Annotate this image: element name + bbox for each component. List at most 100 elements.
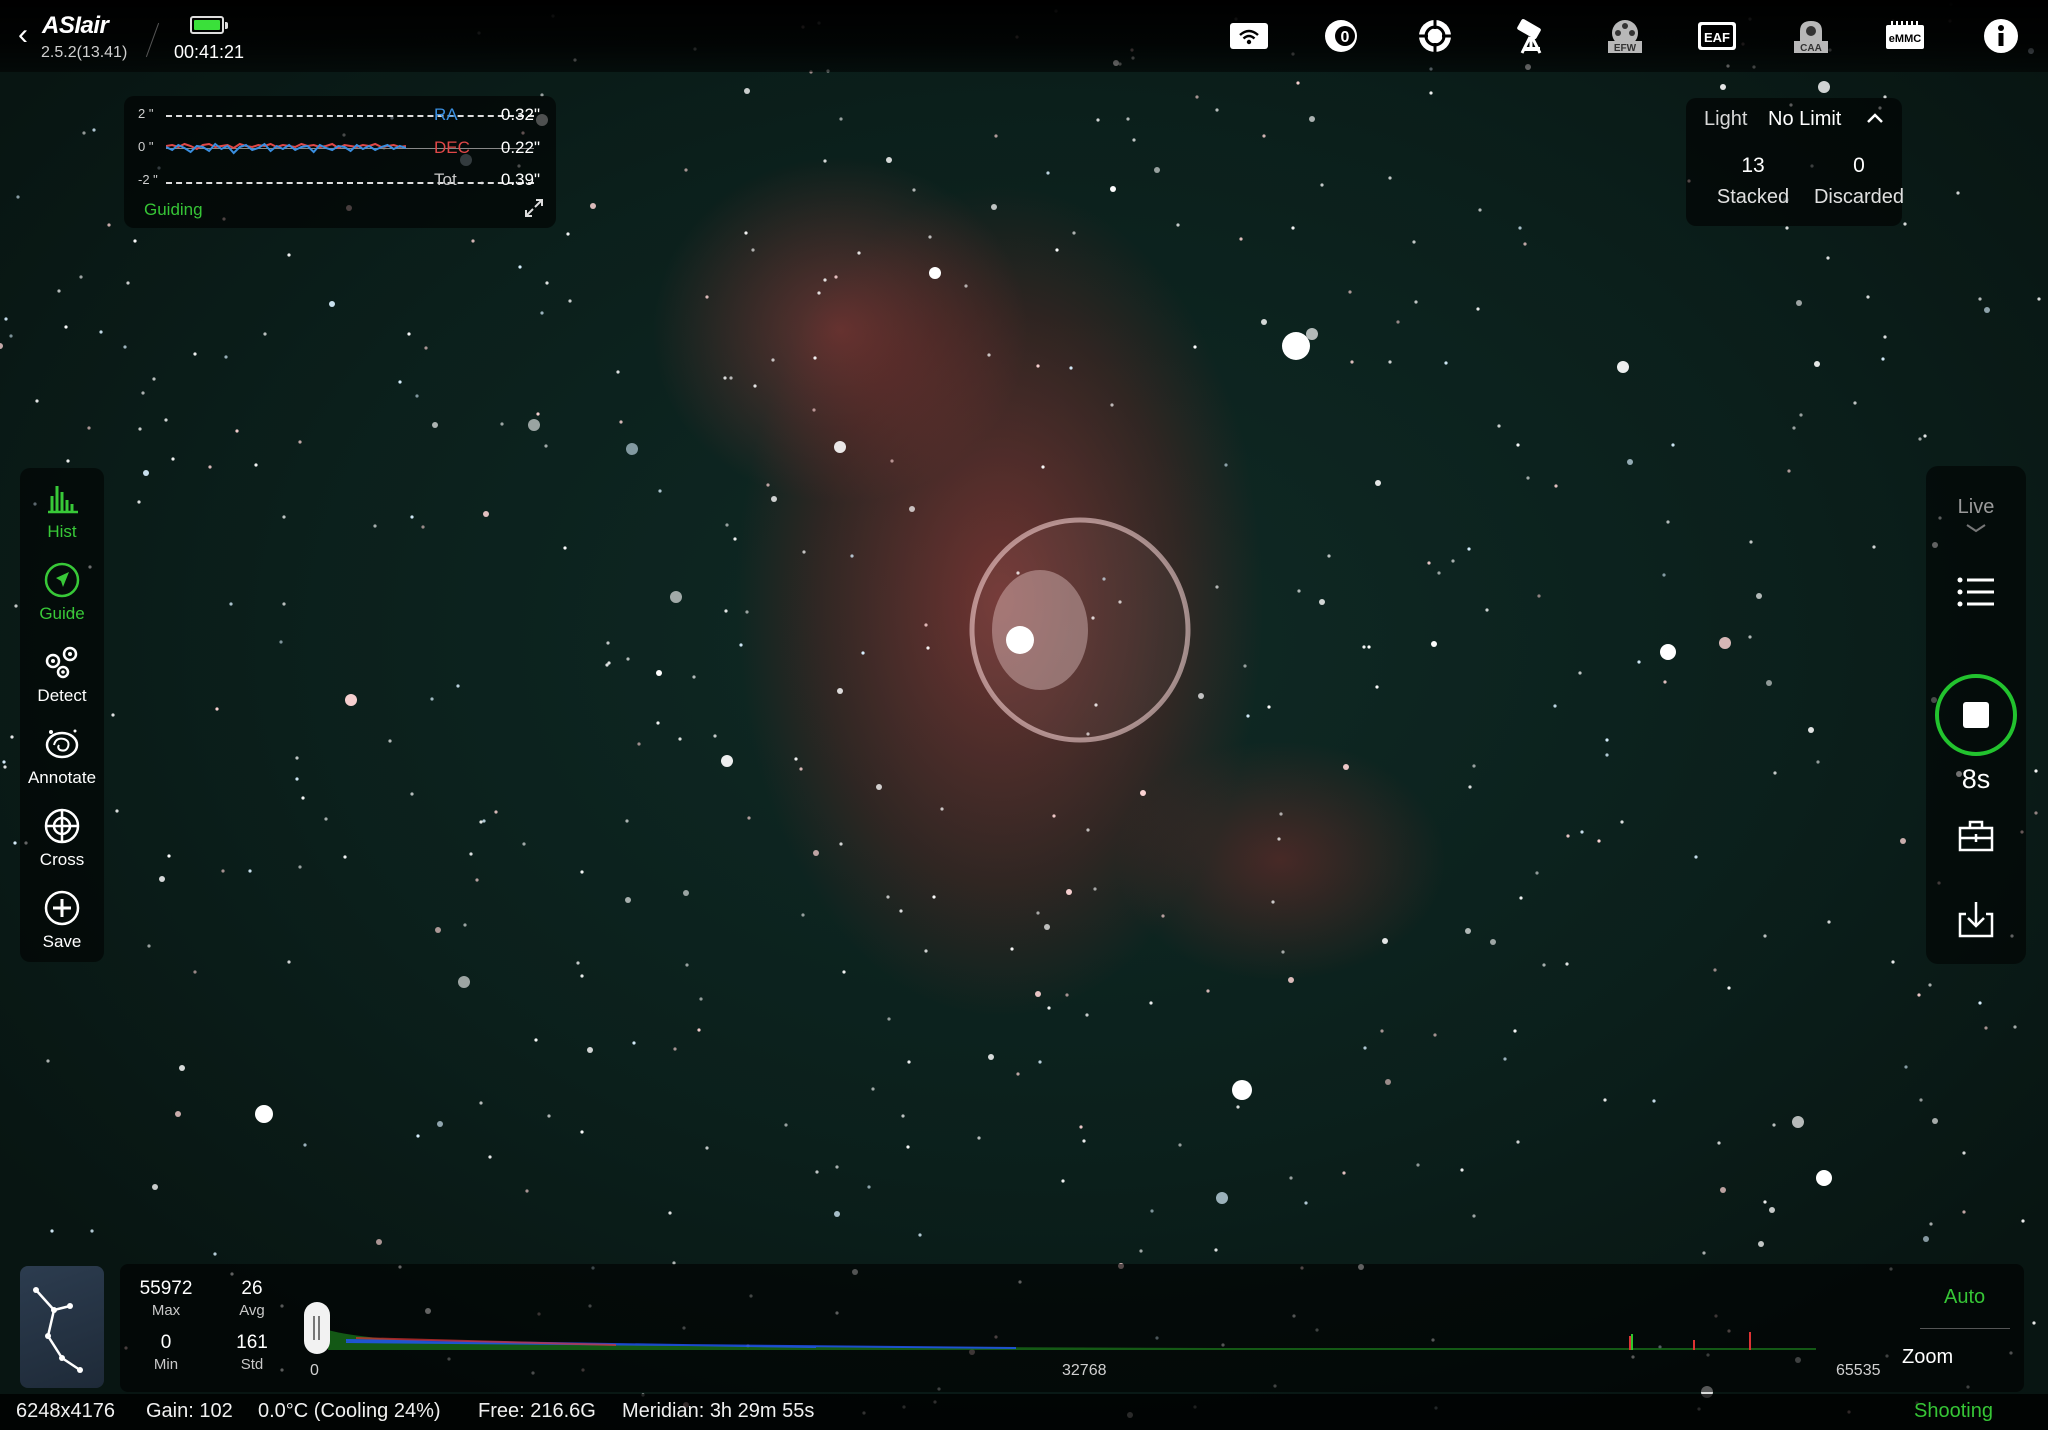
toolbox-icon[interactable]	[1952, 812, 2000, 860]
histogram-black-point-slider[interactable]	[304, 1302, 330, 1354]
star	[1342, 1171, 1346, 1175]
star	[540, 311, 544, 315]
star	[1016, 1072, 1020, 1076]
star	[1139, 1249, 1143, 1253]
stacked-count: 13	[1741, 154, 1765, 177]
star	[1367, 645, 1371, 649]
bright-star	[1816, 1170, 1832, 1186]
expand-icon[interactable]	[524, 198, 544, 218]
list-menu-icon[interactable]	[1952, 568, 2000, 616]
star	[1382, 938, 1388, 944]
chevron-up-icon[interactable]	[1864, 108, 1886, 130]
star	[1343, 764, 1349, 770]
star	[1476, 307, 1480, 311]
download-icon[interactable]	[1952, 896, 2000, 944]
camera-icon[interactable]: 0	[1318, 16, 1364, 56]
telescope-mount-icon[interactable]	[1508, 16, 1554, 56]
star	[1110, 403, 1114, 407]
star	[823, 278, 827, 282]
star	[721, 755, 733, 767]
star	[10, 735, 14, 739]
mode-selector[interactable]: Live	[1926, 496, 2026, 519]
constellation-thumbnail[interactable]	[20, 1266, 104, 1388]
star	[82, 131, 86, 135]
star	[839, 842, 843, 846]
star	[625, 819, 629, 823]
app-version: 2.5.2(13.41)	[41, 44, 128, 61]
star	[1319, 599, 1325, 605]
stop-capture-button[interactable]	[1935, 674, 2017, 756]
star	[1215, 585, 1219, 589]
stacking-panel[interactable]: Light No Limit 13 Stacked 0 Discarded	[1686, 98, 1904, 226]
star	[1519, 896, 1523, 900]
star	[926, 646, 930, 650]
star	[1288, 977, 1294, 983]
star	[1637, 660, 1641, 664]
guide-scope-icon[interactable]	[1412, 16, 1458, 56]
exposure-time[interactable]: 8s	[1926, 764, 2026, 795]
star	[1537, 594, 1541, 598]
star	[912, 188, 916, 192]
wifi-icon[interactable]	[1226, 16, 1272, 56]
star	[924, 623, 928, 627]
constellation-icon	[33, 1287, 83, 1373]
star	[254, 463, 258, 467]
star	[415, 394, 419, 398]
svg-text:CAA: CAA	[1800, 43, 1822, 54]
star	[1216, 1192, 1228, 1204]
focuser-icon[interactable]: EAF	[1694, 16, 1740, 56]
star	[1523, 242, 1527, 246]
star	[1375, 480, 1381, 486]
tool-guide[interactable]: Guide	[20, 554, 104, 634]
star	[2032, 1321, 2036, 1325]
info-icon[interactable]	[1978, 16, 2024, 56]
hist-std-value: 161	[236, 1332, 268, 1353]
tool-annotate[interactable]: Annotate	[20, 718, 104, 798]
bright-star	[255, 1105, 273, 1123]
star	[479, 1101, 483, 1105]
star	[263, 332, 267, 336]
star	[1047, 1006, 1051, 1010]
back-chevron-icon[interactable]: ‹	[18, 20, 40, 50]
storage-icon[interactable]: eMMC	[1882, 16, 1928, 56]
star	[1785, 226, 1789, 230]
star	[744, 231, 748, 235]
guiding-graph-panel[interactable]: 2 " 0 " -2 " RA 0.32" DEC 0.22" Tot 0.39…	[124, 96, 556, 228]
filter-wheel-icon[interactable]: EFW	[1602, 16, 1648, 56]
star	[46, 1059, 50, 1063]
star	[235, 429, 239, 433]
divider	[1920, 1328, 2010, 1329]
rotator-icon[interactable]: CAA	[1788, 16, 1834, 56]
bright-star	[1282, 332, 1310, 360]
star	[179, 1065, 185, 1071]
star	[1605, 753, 1609, 757]
meridian-countdown: Meridian: 3h 29m 55s	[622, 1400, 815, 1422]
tool-save[interactable]: Save	[20, 882, 104, 962]
star	[528, 419, 540, 431]
discarded-count: 0	[1853, 154, 1865, 177]
star	[1978, 297, 1982, 301]
zoom-button[interactable]: Zoom	[1902, 1346, 1953, 1369]
star	[713, 734, 717, 738]
star	[1485, 608, 1489, 612]
auto-stretch-button[interactable]: Auto	[1944, 1286, 1985, 1309]
tool-detect[interactable]: Detect	[20, 636, 104, 716]
star	[1036, 364, 1040, 368]
tool-cross[interactable]: Cross	[20, 800, 104, 880]
star	[1620, 820, 1624, 824]
star	[1891, 960, 1895, 964]
chevron-down-icon[interactable]	[1964, 522, 1988, 534]
star	[152, 1184, 158, 1190]
star	[133, 239, 137, 243]
star	[1652, 1099, 1656, 1103]
star	[1787, 469, 1791, 473]
star	[705, 295, 709, 299]
star	[1215, 108, 1219, 112]
star	[606, 641, 610, 645]
star	[373, 524, 377, 528]
frame-limit: No Limit	[1768, 108, 1842, 130]
tool-hist[interactable]: Hist	[20, 472, 104, 552]
free-storage: Free: 216.6G	[478, 1400, 596, 1422]
star	[1363, 1046, 1367, 1050]
star	[1503, 1057, 1507, 1061]
